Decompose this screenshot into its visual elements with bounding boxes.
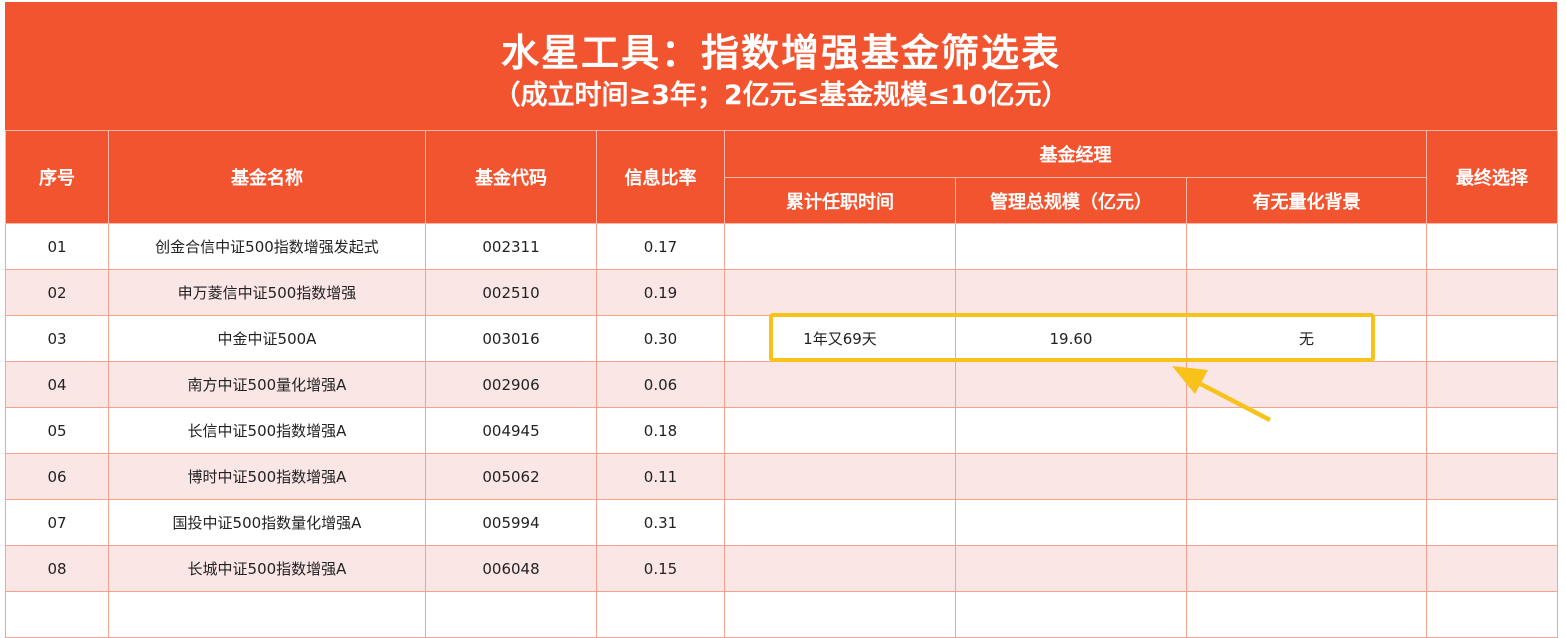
- cell-fund-code: 005994: [425, 499, 597, 546]
- cell-info-ratio: 0.06: [596, 361, 725, 408]
- cell-fund-name: 长城中证500指数增强A: [108, 545, 426, 592]
- cell-fund-code: [425, 591, 597, 638]
- cell-info-ratio: 0.31: [596, 499, 725, 546]
- cell-aum: [955, 223, 1187, 270]
- header-quant-background: 有无量化背景: [1185, 177, 1428, 224]
- cell-tenure: [724, 453, 956, 500]
- page-subtitle: （成立时间≥3年；2亿元≤基金规模≤10亿元）: [493, 80, 1069, 111]
- cell-final-choice: [1426, 223, 1559, 270]
- cell-index: 08: [5, 545, 109, 592]
- cell-final-choice: [1426, 499, 1559, 546]
- cell-aum: [955, 591, 1187, 638]
- cell-quant: [1185, 499, 1428, 546]
- cell-index: 03: [5, 315, 109, 362]
- cell-info-ratio: 0.17: [596, 223, 725, 270]
- fund-table: 序号 基金名称 基金代码 信息比率 基金经理 最终选择 累计任职时间 管理总规模…: [5, 130, 1559, 638]
- cell-fund-code: 005062: [425, 453, 597, 500]
- cell-fund-name: 南方中证500量化增强A: [108, 361, 426, 408]
- cell-info-ratio: 0.30: [596, 315, 725, 362]
- cell-index: 06: [5, 453, 109, 500]
- table-row: 06 博时中证500指数增强A 005062 0.11: [5, 453, 1559, 500]
- cell-quant: [1185, 591, 1428, 638]
- cell-info-ratio: 0.15: [596, 545, 725, 592]
- cell-final-choice: [1426, 591, 1559, 638]
- cell-fund-code: 003016: [425, 315, 597, 362]
- cell-quant: [1185, 453, 1428, 500]
- table-row: 05 长信中证500指数增强A 004945 0.18: [5, 407, 1559, 454]
- cell-fund-code: 002311: [425, 223, 597, 270]
- cell-tenure: [724, 545, 956, 592]
- cell-fund-name: 国投中证500指数量化增强A: [108, 499, 426, 546]
- arrow-icon: [1172, 366, 1271, 422]
- cell-tenure: [724, 269, 956, 316]
- cell-quant: [1185, 269, 1428, 316]
- table-row: 07 国投中证500指数量化增强A 005994 0.31: [5, 499, 1559, 546]
- cell-final-choice: [1426, 453, 1559, 500]
- cell-tenure: [724, 407, 956, 454]
- cell-aum: [955, 361, 1187, 408]
- cell-quant: [1185, 223, 1428, 270]
- cell-aum: [955, 453, 1187, 500]
- cell-tenure: [724, 499, 956, 546]
- title-banner: 水星工具：指数增强基金筛选表 （成立时间≥3年；2亿元≤基金规模≤10亿元）: [5, 2, 1557, 130]
- header-fund-manager: 基金经理: [723, 130, 1428, 178]
- table-row: 08 长城中证500指数增强A 006048 0.15: [5, 545, 1559, 592]
- cell-fund-code: 002510: [425, 269, 597, 316]
- cell-index: 01: [5, 223, 109, 270]
- cell-fund-name: 中金中证500A: [108, 315, 426, 362]
- table-row: [5, 591, 1559, 638]
- table-row: 02 申万菱信中证500指数增强 002510 0.19: [5, 269, 1559, 316]
- cell-aum: [955, 269, 1187, 316]
- cell-index: 05: [5, 407, 109, 454]
- header-index: 序号: [5, 130, 109, 224]
- table-row: 01 创金合信中证500指数增强发起式 002311 0.17: [5, 223, 1559, 270]
- cell-info-ratio: 0.18: [596, 407, 725, 454]
- cell-final-choice: [1426, 269, 1559, 316]
- cell-final-choice: [1426, 361, 1559, 408]
- cell-index: 07: [5, 499, 109, 546]
- cell-fund-name: 申万菱信中证500指数增强: [108, 269, 426, 316]
- cell-fund-code: 006048: [425, 545, 597, 592]
- cell-fund-code: 002906: [425, 361, 597, 408]
- cell-info-ratio: 0.19: [596, 269, 725, 316]
- page-title: 水星工具：指数增强基金筛选表: [500, 31, 1061, 75]
- cell-fund-name: 长信中证500指数增强A: [108, 407, 426, 454]
- cell-tenure: [724, 361, 956, 408]
- cell-aum: [955, 499, 1187, 546]
- cell-fund-code: 004945: [425, 407, 597, 454]
- cell-index: 04: [5, 361, 109, 408]
- highlight-box: [769, 313, 1375, 362]
- cell-index: [5, 591, 109, 638]
- cell-index: 02: [5, 269, 109, 316]
- cell-final-choice: [1426, 545, 1559, 592]
- cell-quant: [1185, 545, 1428, 592]
- table-body: 01 创金合信中证500指数增强发起式 002311 0.17 02 申万菱信中证500指…: [5, 223, 1559, 638]
- cell-aum: [955, 407, 1187, 454]
- header-fund-code: 基金代码: [425, 130, 597, 224]
- cell-aum: [955, 545, 1187, 592]
- cell-tenure: [724, 223, 956, 270]
- header-info-ratio: 信息比率: [596, 130, 725, 224]
- cell-final-choice: [1426, 315, 1559, 362]
- cell-tenure: [724, 591, 956, 638]
- header-total-aum: 管理总规模（亿元）: [955, 177, 1187, 224]
- header-fund-name: 基金名称: [108, 130, 426, 224]
- cell-info-ratio: [596, 591, 725, 638]
- header-tenure: 累计任职时间: [724, 177, 956, 224]
- cell-fund-name: 创金合信中证500指数增强发起式: [108, 223, 426, 270]
- cell-final-choice: [1426, 407, 1559, 454]
- header-final-choice: 最终选择: [1426, 130, 1559, 224]
- cell-fund-name: [108, 591, 426, 638]
- table-row: 04 南方中证500量化增强A 002906 0.06: [5, 361, 1559, 408]
- cell-fund-name: 博时中证500指数增强A: [108, 453, 426, 500]
- cell-info-ratio: 0.11: [596, 453, 725, 500]
